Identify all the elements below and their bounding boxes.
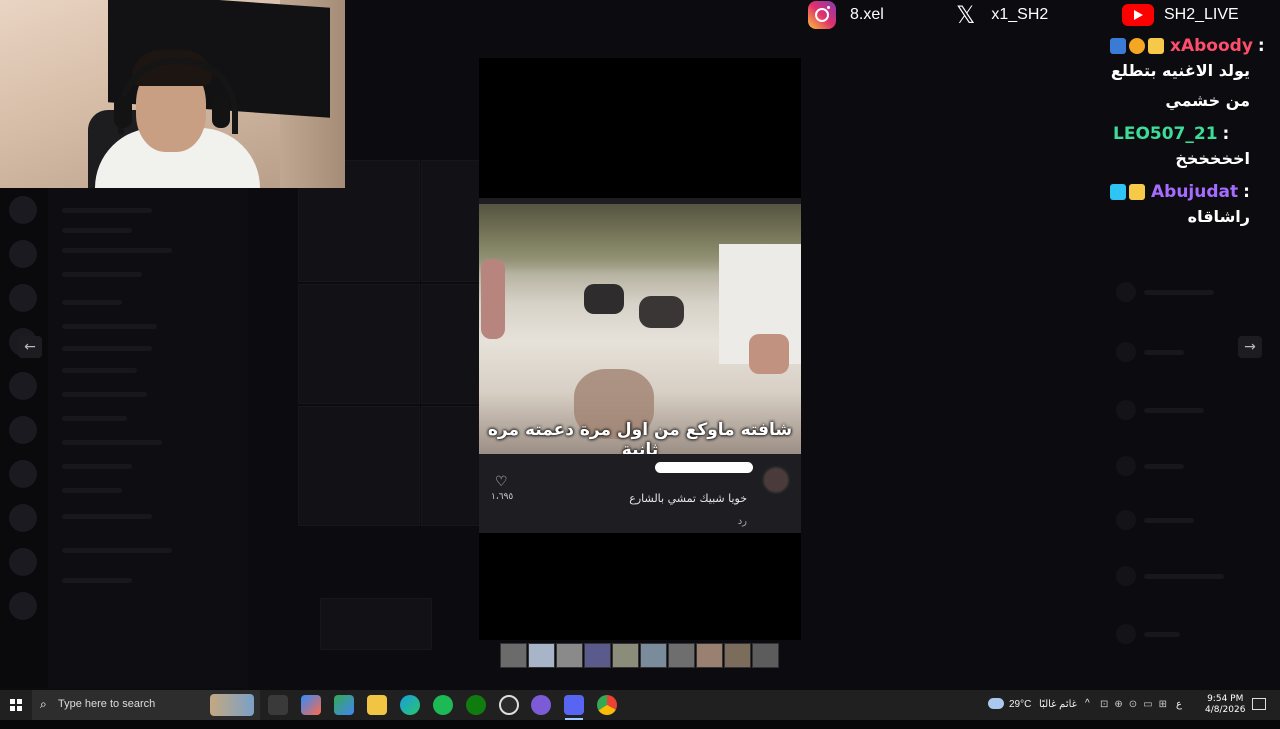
task-view-icon[interactable] [268,695,288,715]
discord-icon[interactable] [564,695,584,715]
video-caption: شافته ماوكع من اول مرة دعمته مره ثانية [487,420,793,454]
server-icon[interactable] [9,504,37,532]
clock-date: 4/8/2026 [1205,705,1246,715]
clock[interactable]: 9:54 PM 4/8/2026 [1205,694,1245,716]
copilot-icon[interactable] [301,695,321,715]
crown-badge-icon [1129,184,1145,200]
webcam-feed [0,0,345,188]
thumbnail[interactable] [556,643,583,668]
chrome-icon[interactable] [597,695,617,715]
next-arrow-icon[interactable]: → [1238,336,1262,358]
language-indicator[interactable]: ع [1176,699,1182,729]
avatar[interactable] [762,466,790,494]
windows-logo-icon [10,699,22,711]
clock-time: 9:54 PM [1207,694,1244,704]
server-icon[interactable] [9,592,37,620]
server-icon[interactable] [9,460,37,488]
x-handle-group: 𝕏 x1_SH2 [956,0,1048,30]
server-icon[interactable] [9,196,37,224]
server-icon[interactable] [9,240,37,268]
chat-text: راشاقاه [1187,207,1250,226]
server-icon[interactable] [9,372,37,400]
xbox-icon[interactable] [466,695,486,715]
post-video[interactable]: شافته ماوكع من اول مرة دعمته مره ثانية [479,204,801,454]
taskbar: ⌕ Type here to search 29°C غائم غالبًا ^… [0,690,1280,720]
heart-icon[interactable]: ♡ [495,474,508,490]
weather-temp: 29°C [1009,699,1032,710]
thumbnail[interactable] [528,643,555,668]
cloud-icon [988,698,1004,709]
search-highlight-icon [210,694,254,716]
chat-message: LEO507_21 : اخخخخخخ [1110,124,1275,174]
youtube-icon [1122,4,1154,26]
youtube-handle: SH2_LIVE [1164,6,1239,23]
x-logo-icon: 𝕏 [956,1,976,29]
motorbike [639,296,684,328]
chat-overlay: xAboody : يولد الاغنيه بتطلع من خشمي LEO… [1110,36,1275,240]
chat-username: LEO507_21 [1113,124,1218,144]
thumbnail-strip [500,643,779,668]
thumbnail[interactable] [584,643,611,668]
search-icon: ⌕ [40,697,47,711]
thumbnail[interactable] [640,643,667,668]
chat-username: xAboody [1170,36,1253,56]
thumbnail[interactable] [668,643,695,668]
previous-arrow-icon[interactable]: ← [18,336,42,358]
server-icon[interactable] [9,284,37,312]
server-sidebar [0,188,48,688]
edge-icon[interactable] [400,695,420,715]
crown-badge-icon [1148,38,1164,54]
member-list [1100,270,1270,690]
instagram-handle-group: 8.xel [808,0,884,30]
instagram-icon [808,1,836,29]
chat-text: اخخخخخخ [1175,149,1250,168]
play-store-icon[interactable] [334,695,354,715]
chat-message: Abujudat : راشاقاه [1110,182,1275,232]
comment-text: خويا شبيك تمشي بالشارع [629,492,747,505]
notification-icon[interactable] [1252,698,1266,710]
start-button[interactable] [0,690,32,720]
like-count: ١،٦٩٥ [491,492,514,502]
search-placeholder: Type here to search [58,698,156,710]
x-handle: x1_SH2 [991,6,1049,23]
thumbnail[interactable] [752,643,779,668]
tray-overflow-icon[interactable]: ^ [1085,698,1090,728]
system-tray-icons[interactable]: ⊡⊕⊙▭⊞ [1100,699,1170,729]
redacted-username [655,462,753,473]
obs-icon[interactable] [499,695,519,715]
reply-link[interactable]: رد [738,516,747,527]
chat-message: xAboody : يولد الاغنيه بتطلع من خشمي [1110,36,1275,116]
thumbnail[interactable] [500,643,527,668]
motorbike [584,284,624,314]
instagram-handle: 8.xel [850,6,884,23]
youtube-handle-group: SH2_LIVE [1122,0,1239,30]
thumbnail[interactable] [696,643,723,668]
discord-alt-icon[interactable] [531,695,551,715]
cube-badge-icon [1110,184,1126,200]
server-icon[interactable] [9,416,37,444]
chat-text: يولد الاغنيه بتطلع من خشمي [1110,61,1250,110]
file-explorer-icon[interactable] [367,695,387,715]
sub-badge-icon [1129,38,1145,54]
prime-badge-icon [1110,38,1126,54]
taskbar-search[interactable]: ⌕ Type here to search [32,690,260,720]
channel-list [48,188,248,688]
spotify-icon[interactable] [433,695,453,715]
weather-text: غائم غالبًا [1039,699,1077,710]
thumbnail[interactable] [724,643,751,668]
thumbnail[interactable] [612,643,639,668]
tiktok-post: شافته ماوكع من اول مرة دعمته مره ثانية خ… [479,198,801,533]
chat-username: Abujudat [1151,182,1239,202]
server-icon[interactable] [9,548,37,576]
